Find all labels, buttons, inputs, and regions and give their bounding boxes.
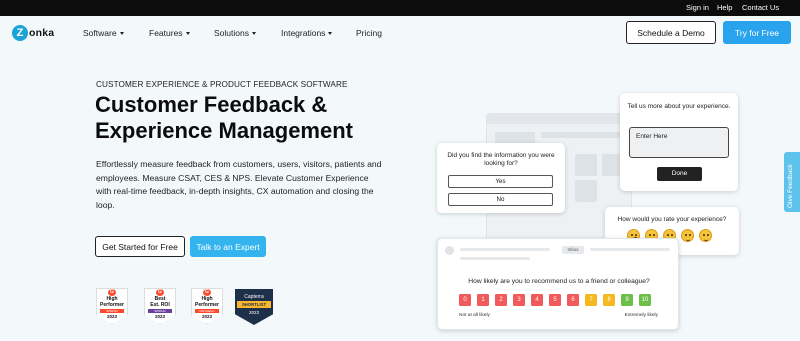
nps-survey-card: Inbox How likely are you to recommend us… (437, 238, 679, 330)
placeholder-block (575, 154, 597, 176)
get-started-button[interactable]: Get Started for Free (95, 236, 185, 257)
capterra-label: SHORTLIST (237, 301, 271, 308)
caret-down-icon (328, 31, 333, 35)
main-nav: Z onka Software Features Solutions Integ… (0, 16, 800, 50)
capterra-brand: Capterra (244, 294, 264, 300)
badge-strip: Mid-Market (195, 309, 219, 313)
badge-title: Best Est. ROI (150, 296, 170, 308)
hero-title: Customer Feedback & Experience Managemen… (95, 92, 425, 144)
nps-score-button[interactable]: 8 (603, 294, 615, 306)
nav-integrations[interactable]: Integrations (281, 28, 333, 38)
nav-features[interactable]: Features (149, 28, 190, 38)
placeholder-line (590, 248, 670, 251)
nav-solutions[interactable]: Solutions (214, 28, 256, 38)
capterra-year: 2023 (248, 310, 259, 315)
nps-scale: 0 1 2 3 4 5 6 7 8 9 10 (459, 294, 651, 306)
badge-title: High Performer (195, 296, 219, 308)
give-feedback-label: Give Feedback (787, 164, 794, 208)
text-survey-question: Tell us more about your experience. (627, 103, 731, 110)
help-link[interactable]: Help (717, 3, 732, 12)
hero-title-line: Customer Feedback & (95, 92, 328, 117)
placeholder-line (460, 248, 550, 251)
badge-year: 2023 (106, 314, 117, 319)
placeholder-line (460, 257, 530, 260)
nps-score-button[interactable]: 7 (585, 294, 597, 306)
rating-survey-question: How would you rate your experience? (617, 216, 727, 223)
nav-pricing[interactable]: Pricing (356, 28, 382, 38)
nav-label: Software (83, 28, 117, 38)
sign-in-link[interactable]: Sign in (686, 3, 709, 12)
info-survey-card: Did you find the information you were lo… (437, 143, 565, 213)
nav-software[interactable]: Software (83, 28, 124, 38)
give-feedback-tab[interactable]: Give Feedback (784, 152, 800, 212)
g2-badge-high-performer: G High Performer SPRING 2023 (96, 288, 128, 324)
talk-to-expert-button[interactable]: Talk to an Expert (190, 236, 266, 257)
feedback-text-input[interactable]: Enter Here (629, 127, 729, 158)
caret-down-icon (119, 31, 124, 35)
hero-description: Effortlessly measure feedback from custo… (96, 159, 382, 210)
nps-score-button[interactable]: 0 (459, 294, 471, 306)
contact-link[interactable]: Contact Us (742, 3, 779, 12)
hero-eyebrow: CUSTOMER EXPERIENCE & PRODUCT FEEDBACK S… (96, 80, 348, 89)
badge-strip: SPRING (100, 309, 124, 313)
yes-option-button[interactable]: Yes (448, 175, 553, 188)
zonka-logo[interactable]: Z onka (12, 24, 54, 42)
nps-score-button[interactable]: 6 (567, 294, 579, 306)
inbox-label: Inbox (562, 246, 584, 254)
no-option-button[interactable]: No (448, 193, 553, 206)
g2-badge-high-performer-mid-market: G High Performer Mid-Market 2023 (191, 288, 223, 324)
nps-score-button[interactable]: 10 (639, 294, 651, 306)
logo-text: onka (29, 27, 55, 39)
g2-icon: G (203, 289, 211, 296)
badge-strip: SPRING (148, 309, 172, 313)
nps-score-button[interactable]: 2 (495, 294, 507, 306)
nps-high-label: Extremely likely (624, 313, 658, 318)
capterra-shortlist-badge: Capterra SHORTLIST 2023 (235, 289, 273, 325)
nav-label: Features (149, 28, 183, 38)
caret-down-icon (251, 31, 256, 35)
utility-bar: Sign in Help Contact Us (0, 0, 800, 16)
g2-icon: G (156, 289, 164, 296)
nav-label: Pricing (356, 28, 382, 38)
schedule-demo-button[interactable]: Schedule a Demo (626, 21, 716, 44)
g2-icon: G (108, 289, 116, 296)
nps-question: How likely are you to recommend us to a … (468, 278, 650, 285)
nps-score-button[interactable]: 5 (549, 294, 561, 306)
try-free-button[interactable]: Try for Free (723, 21, 791, 44)
avatar (445, 246, 454, 255)
info-survey-question: Did you find the information you were lo… (447, 152, 555, 167)
badge-year: 2023 (201, 314, 212, 319)
nps-low-label: Not at all likely (459, 313, 490, 318)
logo-mark: Z (12, 25, 28, 41)
done-button[interactable]: Done (657, 167, 702, 181)
happy-face-icon[interactable] (681, 229, 694, 242)
window-bar (487, 114, 631, 124)
badge-title: High Performer (100, 296, 124, 308)
very-happy-face-icon[interactable] (699, 229, 712, 242)
nps-score-button[interactable]: 1 (477, 294, 489, 306)
text-survey-card: Tell us more about your experience. Ente… (620, 93, 738, 191)
nav-label: Solutions (214, 28, 249, 38)
nps-score-button[interactable]: 3 (513, 294, 525, 306)
nps-score-button[interactable]: 9 (621, 294, 633, 306)
caret-down-icon (185, 31, 190, 35)
g2-badge-best-roi: G Best Est. ROI SPRING 2023 (144, 288, 176, 324)
nav-label: Integrations (281, 28, 326, 38)
placeholder-block (541, 132, 623, 138)
nps-score-button[interactable]: 4 (531, 294, 543, 306)
badge-year: 2023 (154, 314, 165, 319)
hero-title-line: Experience Management (95, 118, 353, 143)
placeholder-block (575, 180, 597, 202)
